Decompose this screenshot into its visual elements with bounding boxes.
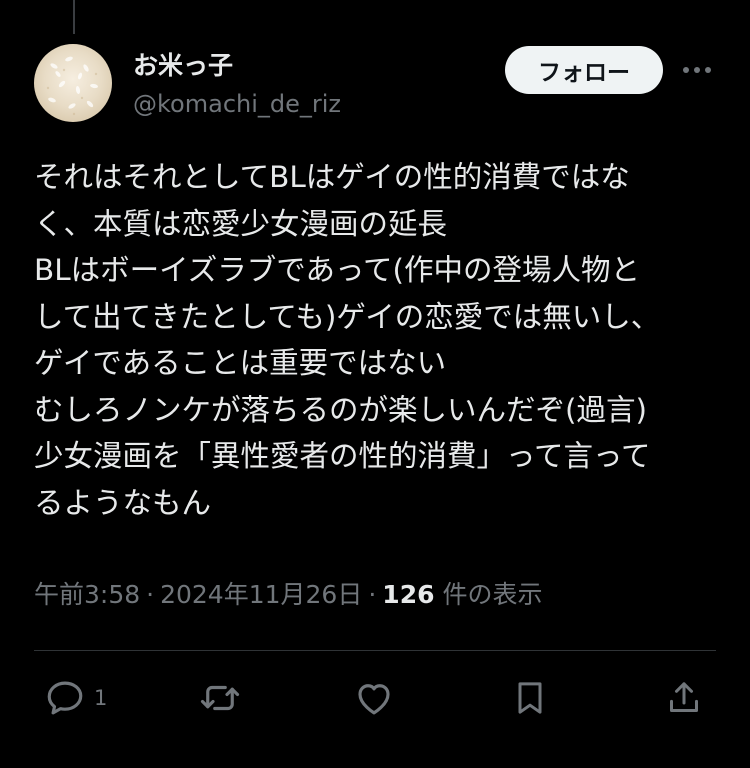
reply-button[interactable]: 1 bbox=[44, 676, 107, 720]
reply-count: 1 bbox=[94, 686, 108, 710]
author-display-name[interactable]: お米っ子 bbox=[133, 50, 233, 82]
avatar-image bbox=[34, 44, 112, 122]
tweet-text-line: BLはボーイズラブであって(作中の登場人物と bbox=[34, 253, 641, 287]
tweet-text-line: それはそれとしてBLはゲイの性的消費ではな bbox=[34, 160, 630, 194]
follow-button[interactable]: フォロー bbox=[505, 46, 663, 94]
tweet-date[interactable]: 2024年11月26日 bbox=[160, 580, 362, 609]
more-options-icon[interactable] bbox=[680, 56, 714, 84]
tweet-text-line: むしろノンケが落ちるのが楽しいんだぞ(過言) bbox=[34, 392, 648, 427]
tweet-text-line: るようなもん bbox=[34, 485, 212, 520]
views-label[interactable]: 件の表示 bbox=[442, 580, 542, 609]
avatar[interactable] bbox=[34, 44, 112, 122]
views-count[interactable]: 126 bbox=[382, 580, 434, 609]
tweet-text-line: く、本質は恋愛少女漫画の延長 bbox=[34, 206, 448, 241]
tweet-text: それはそれとしてBLはゲイの性的消費ではな く、本質は恋愛少女漫画の延長 BLは… bbox=[34, 154, 720, 526]
tweet-text-line: して出てきたとしても)ゲイの恋愛では無いし、 bbox=[34, 299, 661, 334]
divider bbox=[34, 650, 716, 651]
tweet-meta: 午前3:58 · 2024年11月26日 · 126 件の表示 bbox=[34, 577, 542, 613]
like-button[interactable] bbox=[353, 676, 395, 720]
tweet-time[interactable]: 午前3:58 bbox=[34, 580, 140, 609]
meta-separator: · bbox=[368, 580, 377, 609]
heart-icon bbox=[358, 684, 390, 715]
reply-icon bbox=[47, 681, 83, 715]
thread-connector-line bbox=[73, 0, 75, 34]
meta-separator: · bbox=[146, 580, 155, 609]
tweet-text-line: ゲイであることは重要ではない bbox=[34, 346, 447, 380]
share-icon bbox=[670, 682, 698, 712]
tweet-text-line: 少女漫画を「異性愛者の性的消費」って言って bbox=[34, 439, 651, 473]
author-handle[interactable]: @komachi_de_riz bbox=[133, 89, 341, 119]
share-button[interactable] bbox=[664, 676, 704, 720]
bookmark-button[interactable] bbox=[510, 676, 550, 720]
retweet-icon bbox=[200, 685, 240, 711]
retweet-button[interactable] bbox=[198, 676, 242, 720]
bookmark-icon bbox=[518, 682, 542, 714]
